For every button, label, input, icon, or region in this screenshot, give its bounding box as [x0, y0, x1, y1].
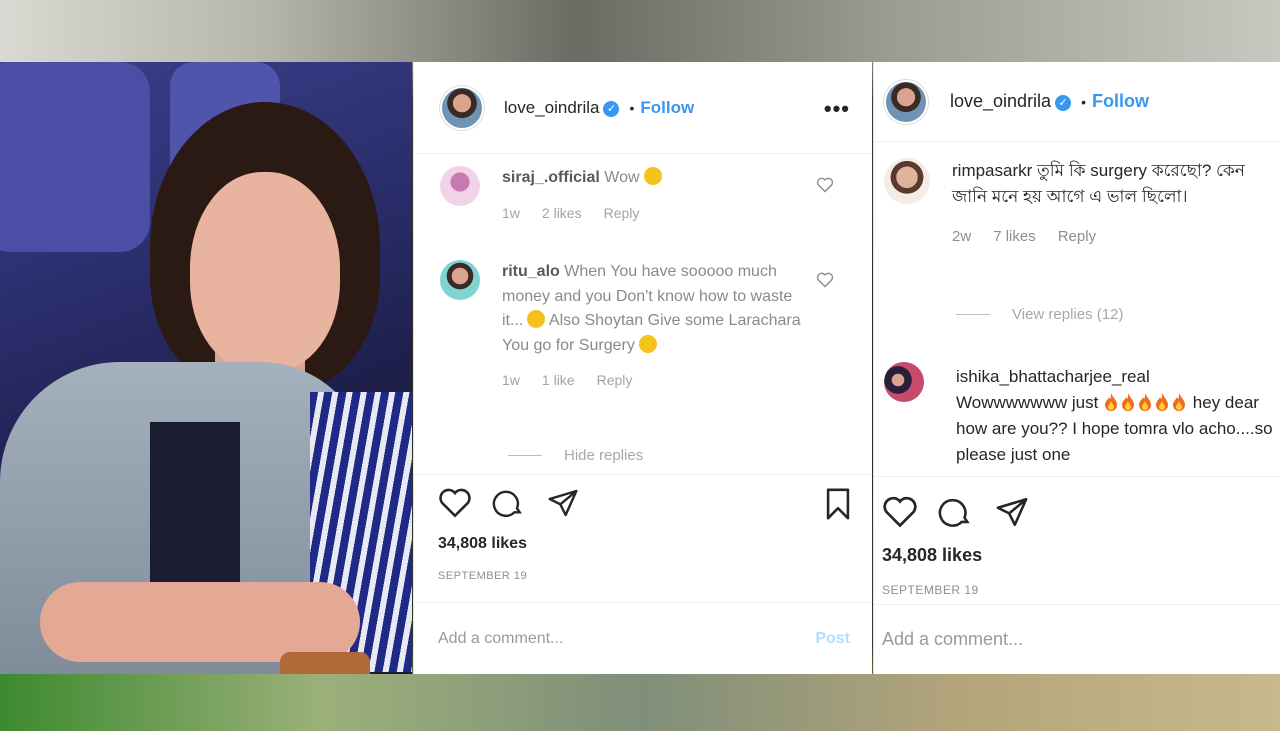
- comment-meta: 1w 1 like Reply: [502, 368, 802, 393]
- action-icons: [882, 495, 1030, 529]
- follow-button[interactable]: Follow: [640, 98, 694, 118]
- action-icons: [438, 487, 580, 519]
- fire-emoji: [1122, 393, 1135, 411]
- post-header: love_oindrila ✓ • Follow •••: [414, 62, 872, 154]
- likes-count[interactable]: 34,808 likes: [882, 545, 982, 566]
- fire-emoji: [1173, 393, 1186, 411]
- fire-emoji: [1105, 393, 1118, 411]
- post-header: love_oindrila ✓ • Follow: [874, 62, 1280, 142]
- comment-ritu: ritu_alo When You have sooooo much money…: [440, 260, 802, 393]
- comment-input[interactable]: Add a comment... Post: [414, 602, 872, 674]
- comment-text: Wowwwwwww just: [956, 393, 1099, 412]
- post-actions: 34,808 likes SEPTEMBER 19: [414, 474, 872, 602]
- comment-likes[interactable]: 2 likes: [542, 205, 582, 221]
- follow-button[interactable]: Follow: [1092, 91, 1149, 112]
- comment-age: 1w: [502, 372, 520, 388]
- comment-username[interactable]: siraj_.official: [502, 169, 600, 186]
- post-panel-left: love_oindrila ✓ • Follow ••• siraj_.offic…: [413, 62, 872, 674]
- comment-icon[interactable]: [938, 495, 974, 529]
- comment-username[interactable]: ishika_bhattacharjee_real: [956, 367, 1150, 386]
- post-actions: 34,808 likes SEPTEMBER 19: [874, 476, 1280, 604]
- author-username[interactable]: love_oindrila ✓: [950, 91, 1072, 112]
- comment-placeholder[interactable]: Add a comment...: [438, 630, 563, 648]
- commenter-avatar[interactable]: [440, 260, 480, 300]
- fire-emoji-group: [1103, 393, 1193, 412]
- hide-replies-label[interactable]: Hide replies: [564, 447, 643, 464]
- comment-input[interactable]: Add a comment...: [874, 604, 1280, 674]
- username-text[interactable]: love_oindrila: [950, 91, 1051, 111]
- likes-count[interactable]: 34,808 likes: [438, 535, 527, 553]
- comment-icon[interactable]: [492, 487, 526, 519]
- fire-emoji: [1156, 393, 1169, 411]
- background-blur-top: [0, 0, 1280, 62]
- heart-icon[interactable]: [882, 495, 918, 529]
- comment-text: Wow: [604, 169, 640, 186]
- reply-button[interactable]: Reply: [1058, 228, 1096, 245]
- more-icon[interactable]: •••: [824, 96, 850, 122]
- reply-button[interactable]: Reply: [597, 372, 633, 388]
- smile-emoji: [527, 310, 546, 328]
- verified-icon: ✓: [603, 100, 620, 117]
- comment-age: 2w: [952, 228, 972, 245]
- share-icon[interactable]: [994, 495, 1030, 529]
- post-button[interactable]: Post: [815, 630, 850, 648]
- post-date: SEPTEMBER 19: [882, 583, 979, 597]
- hide-replies-toggle[interactable]: Hide replies: [508, 447, 643, 464]
- post-photo: [0, 62, 412, 674]
- comment-age: 1w: [502, 204, 520, 221]
- commenter-avatar[interactable]: [884, 362, 924, 402]
- like-comment-heart-icon[interactable]: [816, 272, 834, 288]
- smile-emoji: [638, 334, 657, 353]
- like-comment-heart-icon[interactable]: [816, 177, 834, 193]
- comment-meta: 1w 2 likes Reply: [502, 201, 662, 226]
- post-panel-right: love_oindrila ✓ • Follow rimpasarkr তুমি …: [873, 62, 1280, 674]
- commenter-avatar[interactable]: [440, 166, 480, 206]
- fire-emoji: [1139, 393, 1152, 411]
- comment-ishika: ishika_bhattacharjee_real Wowwwwwww just…: [884, 362, 1276, 468]
- comment-likes[interactable]: 7 likes: [993, 228, 1036, 245]
- separator-dot: •: [1081, 93, 1086, 110]
- comment-likes[interactable]: 1 like: [542, 372, 575, 388]
- reply-button[interactable]: Reply: [604, 205, 640, 221]
- author-username[interactable]: love_oindrila ✓: [504, 98, 620, 118]
- smile-emoji: [643, 167, 662, 185]
- author-avatar[interactable]: [440, 85, 484, 130]
- view-replies-toggle[interactable]: View replies (12): [956, 306, 1123, 323]
- author-avatar[interactable]: [884, 79, 928, 124]
- background-blur-bottom: [0, 674, 1280, 731]
- post-date: SEPTEMBER 19: [438, 570, 528, 582]
- view-replies-label[interactable]: View replies (12): [1012, 306, 1123, 323]
- thread-line: [508, 455, 542, 456]
- comment-meta: 2w 7 likes Reply: [952, 224, 1262, 250]
- verified-icon: ✓: [1055, 95, 1072, 111]
- comment-username[interactable]: rimpasarkr: [952, 161, 1032, 180]
- heart-icon[interactable]: [438, 487, 472, 519]
- bookmark-icon[interactable]: [822, 487, 854, 521]
- comment-placeholder[interactable]: Add a comment...: [882, 629, 1023, 650]
- thread-line: [956, 314, 990, 315]
- share-icon[interactable]: [546, 487, 580, 519]
- comment-siraj: siraj_.official Wow 1w 2 likes Reply: [440, 166, 662, 225]
- username-text[interactable]: love_oindrila: [504, 98, 599, 117]
- commenter-avatar[interactable]: [884, 158, 930, 204]
- comment-username[interactable]: ritu_alo: [502, 263, 560, 280]
- comment-rimpa: rimpasarkr তুমি কি surgery করেছো? কেন জা…: [884, 158, 1262, 250]
- separator-dot: •: [629, 99, 635, 116]
